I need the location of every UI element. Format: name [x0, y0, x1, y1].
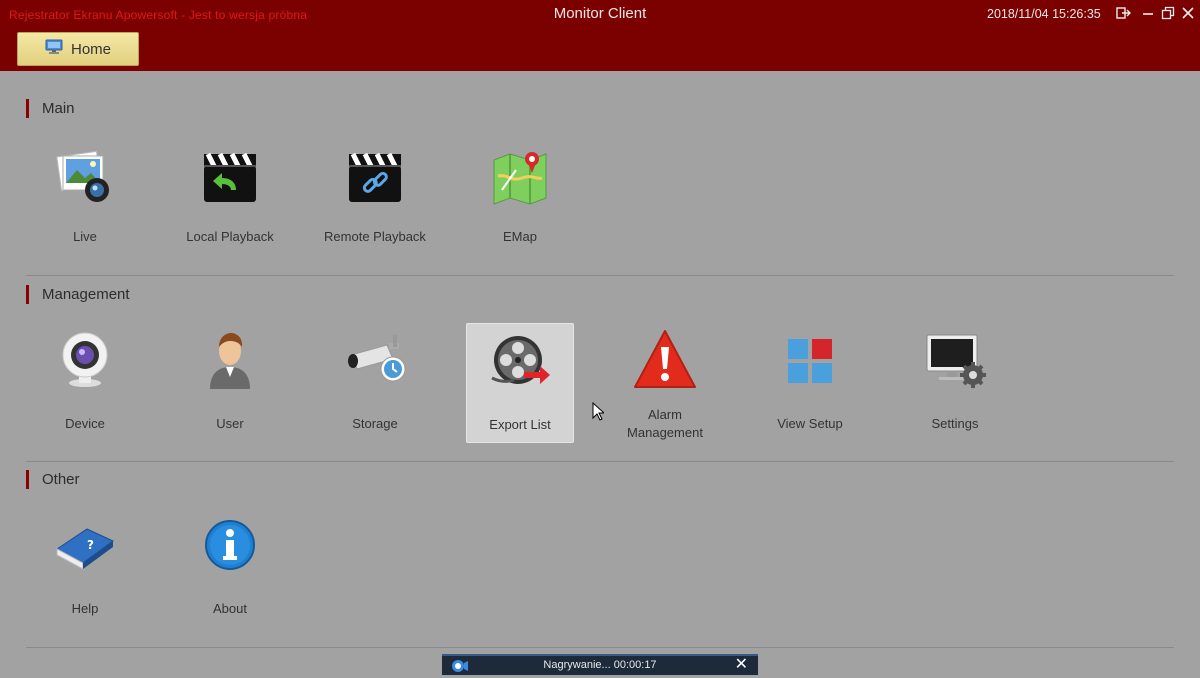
close-icon[interactable] [1180, 5, 1198, 23]
section-management-title: Management [26, 284, 130, 304]
tile-label: Device [65, 416, 105, 431]
film-reel-export-icon [488, 328, 552, 392]
section-heading: Main [42, 99, 75, 117]
clapperboard-link-icon [343, 146, 407, 210]
tile-label: Remote Playback [324, 229, 426, 244]
clapperboard-playback-icon [198, 146, 262, 210]
restore-icon[interactable] [1160, 5, 1178, 23]
tile-label: View Setup [777, 416, 843, 431]
section-divider [26, 461, 1174, 462]
section-heading: Management [42, 285, 130, 303]
tile-label: Export List [489, 417, 551, 432]
tile-label: Help [71, 601, 99, 616]
monitor-icon [45, 39, 63, 60]
tile-help[interactable]: ? Help [31, 510, 139, 630]
home-tab-label: Home [70, 40, 111, 58]
home-tab[interactable]: Home [17, 32, 139, 66]
tile-live[interactable]: Live [31, 140, 139, 260]
info-icon [198, 513, 262, 577]
monitor-gear-icon [923, 327, 987, 391]
tile-label: Alarm Management [627, 407, 703, 440]
grid-view-icon [778, 327, 842, 391]
map-icon [488, 146, 552, 210]
tile-local-playback[interactable]: Local Playback [176, 140, 284, 260]
recording-status: Nagrywanie... 00:00:17 [543, 659, 657, 671]
tile-device[interactable]: Device [31, 323, 139, 443]
tile-about[interactable]: About [176, 510, 284, 630]
section-accent-bar [26, 284, 29, 304]
tile-label: EMap [503, 229, 537, 244]
minimize-icon[interactable] [1140, 5, 1158, 23]
security-camera-icon [343, 327, 407, 391]
tile-storage[interactable]: Storage [321, 323, 429, 443]
svg-text:?: ? [87, 538, 94, 552]
logout-icon[interactable] [1115, 5, 1133, 23]
tile-alarm-management[interactable]: Alarm Management [611, 323, 719, 443]
tile-remote-playback[interactable]: Remote Playback [321, 140, 429, 260]
help-book-icon: ? [53, 513, 117, 577]
tile-label: Storage [352, 416, 398, 431]
section-other-title: Other [26, 469, 80, 489]
tile-label: User [216, 416, 244, 431]
section-accent-bar [26, 469, 29, 489]
section-accent-bar [26, 98, 29, 118]
webcam-icon [53, 327, 117, 391]
title-bar: Rejestrator Ekranu Apowersoft - Jest to … [0, 0, 1200, 71]
live-photo-icon [53, 146, 117, 210]
tile-label: Live [73, 229, 97, 244]
mouse-cursor-icon [592, 402, 604, 421]
tile-view-setup[interactable]: View Setup [756, 323, 864, 443]
user-icon [198, 327, 262, 391]
close-icon[interactable]: ✕ [735, 657, 748, 673]
section-heading: Other [42, 470, 80, 488]
warning-icon [633, 327, 697, 391]
tile-user[interactable]: User [176, 323, 284, 443]
tile-settings[interactable]: Settings [901, 323, 1009, 443]
section-divider [26, 275, 1174, 276]
section-main-title: Main [26, 98, 75, 118]
tile-label: About [213, 601, 247, 616]
tile-label: Settings [931, 416, 979, 431]
datetime-display: 2018/11/04 15:26:35 [987, 7, 1101, 21]
recording-toolbar: Nagrywanie... 00:00:17 ✕ [442, 654, 758, 675]
section-divider [26, 647, 1174, 648]
tile-export-list[interactable]: Export List [466, 323, 574, 443]
tile-emap[interactable]: EMap [466, 140, 574, 260]
tile-label: Local Playback [186, 229, 274, 244]
